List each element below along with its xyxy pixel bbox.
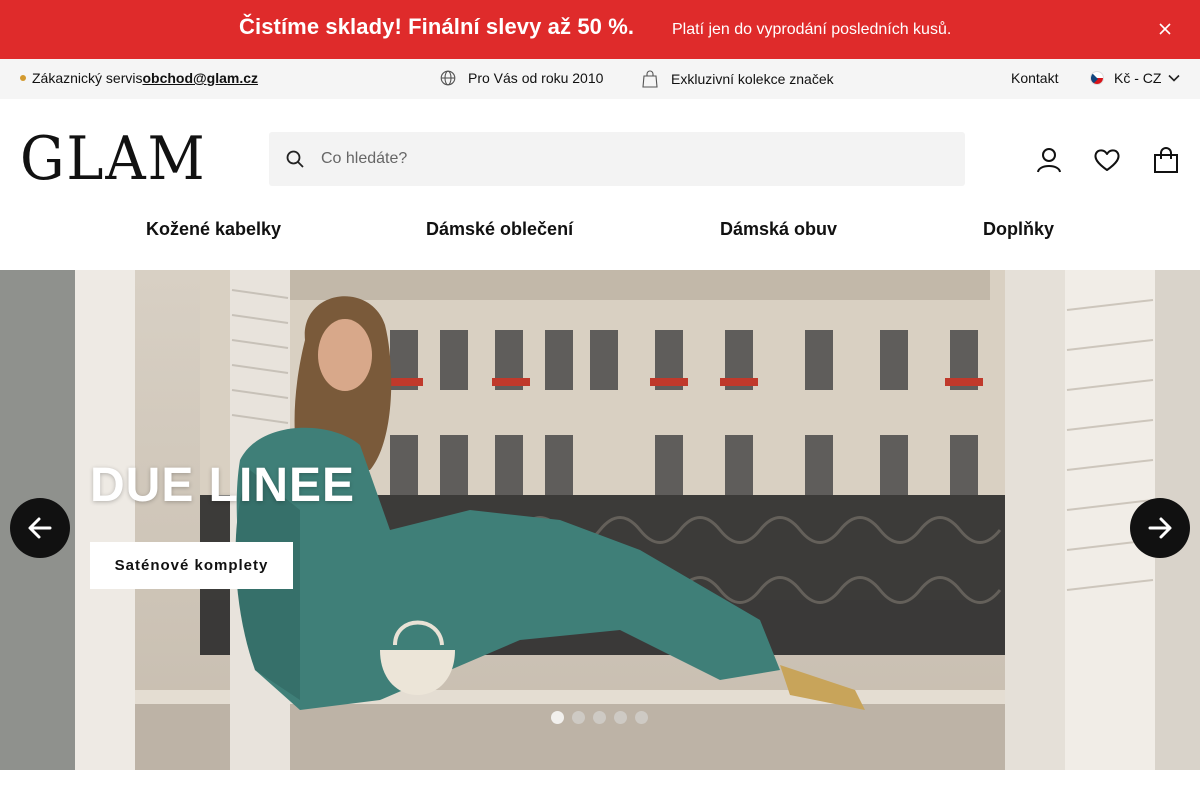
search-icon[interactable]: [285, 149, 305, 169]
arrow-right-icon: [1148, 517, 1172, 539]
search-bar[interactable]: [269, 132, 965, 186]
since-info: Pro Vás od roku 2010: [440, 70, 603, 86]
slider-dot[interactable]: [614, 711, 627, 724]
hero-image: [0, 270, 1200, 770]
cart-icon[interactable]: [1152, 146, 1180, 174]
user-icon[interactable]: [1035, 146, 1063, 174]
globe-icon: [440, 70, 456, 86]
exclusive-label: Exkluzivní kolekce značek: [671, 71, 834, 87]
nav-item-accessories[interactable]: Doplňky: [983, 219, 1054, 240]
shopping-bag-icon: [642, 70, 658, 88]
czech-flag-icon: [1090, 71, 1104, 85]
status-dot-icon: [20, 75, 26, 81]
chevron-down-icon: [1168, 74, 1181, 82]
exclusive-info: Exkluzivní kolekce značek: [641, 70, 834, 88]
nav-item-womens-shoes[interactable]: Dámská obuv: [720, 219, 837, 240]
promo-bar: Čistíme sklady! Finální slevy až 50 %. P…: [0, 0, 1200, 59]
customer-service-email-link[interactable]: obchod@glam.cz: [142, 70, 258, 86]
slider-dot[interactable]: [551, 711, 564, 724]
nav-item-leather-bags[interactable]: Kožené kabelky: [146, 219, 281, 240]
since-label: Pro Vás od roku 2010: [468, 70, 604, 86]
nav-item-womens-clothing[interactable]: Dámské oblečení: [426, 219, 573, 240]
currency-selector[interactable]: Kč - CZ: [1090, 70, 1193, 86]
customer-service-label: Zákaznický servis: [32, 70, 143, 86]
close-icon[interactable]: [1154, 18, 1176, 40]
prev-slide-button[interactable]: [10, 498, 70, 558]
hero-slider[interactable]: DUE LINEE Saténové komplety: [0, 270, 1200, 770]
heart-icon[interactable]: [1093, 146, 1121, 174]
slider-dot[interactable]: [635, 711, 648, 724]
next-slide-button[interactable]: [1130, 498, 1190, 558]
contact-link[interactable]: Kontakt: [1011, 70, 1058, 86]
promo-headline: Čistíme sklady! Finální slevy až 50 %.: [239, 14, 635, 39]
search-input[interactable]: [321, 150, 921, 168]
currency-label: Kč - CZ: [1114, 70, 1162, 86]
slider-dots: [551, 711, 656, 724]
slider-dot[interactable]: [593, 711, 606, 724]
site-logo[interactable]: GLAM: [20, 127, 207, 191]
customer-service: Zákaznický servis obchod@glam.cz: [20, 70, 258, 86]
slider-dot[interactable]: [572, 711, 585, 724]
hero-cta-button[interactable]: Saténové komplety: [90, 542, 293, 589]
hero-title: DUE LINEE: [90, 459, 356, 512]
arrow-left-icon: [28, 517, 52, 539]
info-bar: Zákaznický servis obchod@glam.cz Pro Vás…: [0, 59, 1200, 99]
promo-subtext: Platí jen do vyprodání posledních kusů.: [672, 21, 952, 38]
